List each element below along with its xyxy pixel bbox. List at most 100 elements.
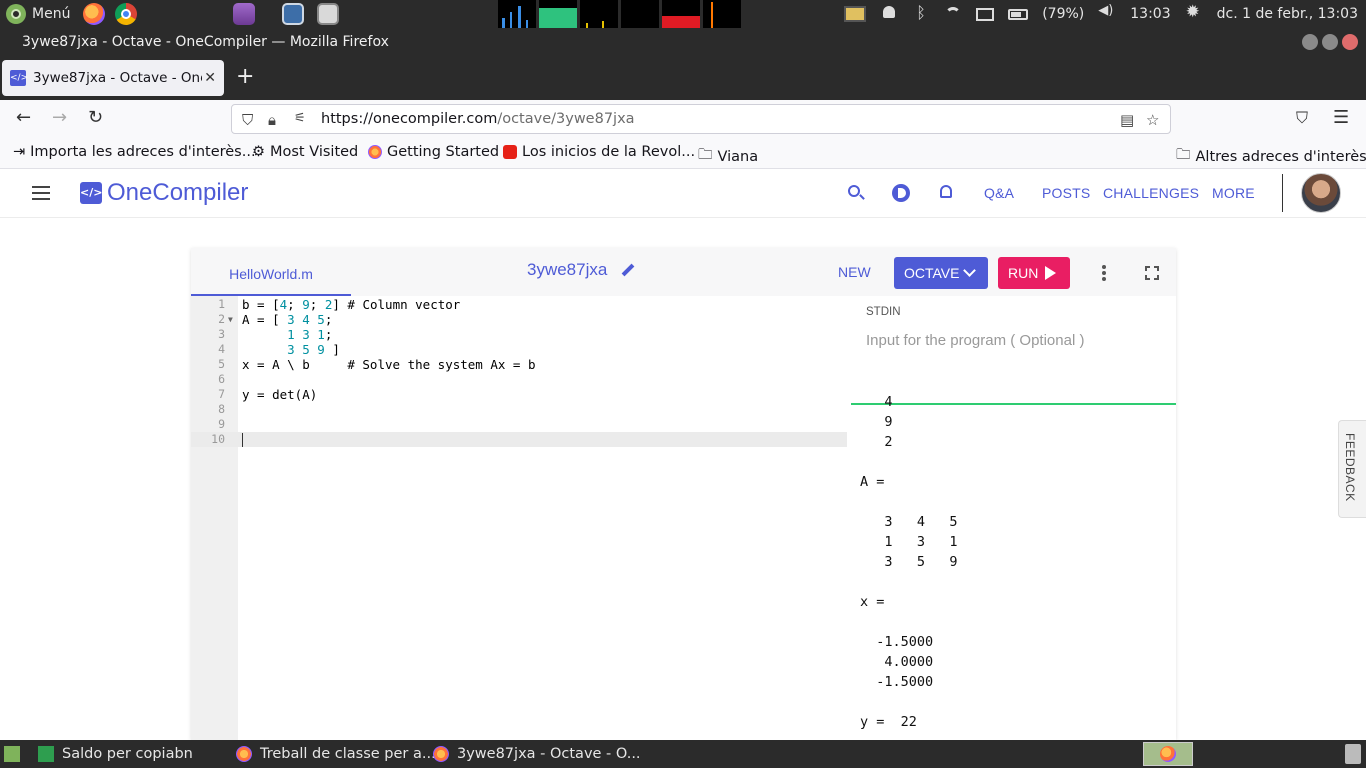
new-button[interactable]: NEW bbox=[838, 264, 871, 280]
screenshot-tray-icon[interactable] bbox=[844, 6, 867, 22]
stdin-label: STDIN bbox=[866, 306, 901, 318]
code-title[interactable]: 3ywe87jxa bbox=[527, 260, 635, 280]
stdin-input[interactable] bbox=[866, 332, 1166, 349]
output-line: 4.0000 bbox=[860, 654, 934, 670]
permissions-icon[interactable]: ⚟ bbox=[294, 111, 306, 126]
gear-icon: ⚙ bbox=[252, 144, 265, 160]
settings-gear-icon[interactable] bbox=[1185, 2, 1203, 23]
edit-pencil-icon[interactable] bbox=[619, 262, 635, 278]
code-line[interactable]: 7 y = det(A) bbox=[191, 387, 847, 402]
reload-icon[interactable]: ↻ bbox=[88, 108, 103, 128]
bookmark-import[interactable]: ⇥ Importa les adreces d'interès... bbox=[13, 144, 256, 160]
run-button[interactable]: RUN bbox=[998, 257, 1070, 289]
play-icon bbox=[1045, 266, 1056, 280]
mail-icon[interactable] bbox=[976, 7, 995, 21]
line-number: 3 bbox=[218, 327, 225, 341]
feedback-tab[interactable]: FEEDBACK bbox=[1338, 420, 1366, 518]
firefox-launcher-icon[interactable] bbox=[83, 3, 105, 25]
site-logo[interactable]: </> OneCompiler bbox=[80, 179, 248, 207]
volume-icon[interactable] bbox=[1098, 3, 1116, 23]
code-line[interactable]: 6 bbox=[191, 372, 847, 387]
clock-date[interactable]: dc. 1 de febr., 13:03 bbox=[1217, 6, 1358, 22]
more-options-icon[interactable] bbox=[1102, 265, 1106, 281]
file-tab[interactable]: HelloWorld.m bbox=[191, 248, 351, 296]
nav-link-qa[interactable]: Q&A bbox=[984, 185, 1014, 201]
code-line[interactable]: 10 bbox=[191, 432, 847, 447]
bookmarks-toolbar: ⇥ Importa les adreces d'interès... ⚙ Mos… bbox=[0, 138, 1366, 169]
bookmark-most-visited[interactable]: ⚙ Most Visited bbox=[252, 144, 358, 160]
code-line[interactable]: 4 3 5 9 ] bbox=[191, 342, 847, 357]
bookmark-youtube[interactable]: Los inicios de la Revol... bbox=[503, 144, 695, 160]
code-line[interactable]: 2 ▼ A = [ 3 4 5; bbox=[191, 312, 847, 327]
code-editor[interactable]: 1 b = [4; 9; 2] # Column vector 2 ▼ A = [ 3 … bbox=[191, 296, 847, 740]
battery-icon[interactable] bbox=[1008, 8, 1029, 20]
trash-icon[interactable] bbox=[1345, 744, 1361, 764]
theme-toggle-icon[interactable] bbox=[892, 184, 910, 202]
code-line[interactable]: 8 bbox=[191, 402, 847, 417]
notifications-icon[interactable] bbox=[880, 5, 898, 23]
nav-link-challenges[interactable]: CHALLENGES bbox=[1103, 185, 1199, 201]
chevron-down-icon bbox=[963, 264, 976, 277]
database-app-launcher-icon[interactable] bbox=[233, 3, 255, 25]
browser-tab-active[interactable]: </> 3ywe87jxa - Octave - OneCompiler ✕ bbox=[2, 60, 224, 96]
language-select-button[interactable]: OCTAVE bbox=[894, 257, 988, 289]
user-avatar[interactable] bbox=[1301, 173, 1341, 213]
close-window-button[interactable] bbox=[1342, 34, 1358, 50]
fold-arrow-icon[interactable]: ▼ bbox=[228, 312, 233, 327]
show-desktop-icon[interactable] bbox=[282, 3, 304, 25]
output-line: -1.5000 bbox=[860, 674, 934, 690]
editor-toolbar: HelloWorld.m 3ywe87jxa NEW OCTAVE RUN bbox=[191, 248, 1176, 296]
bookmark-folder-viana[interactable]: 🗀 Viana bbox=[698, 144, 758, 169]
menu-label: Menú bbox=[32, 6, 71, 22]
battery-percentage: (79%) bbox=[1042, 6, 1085, 22]
browser-tab-strip: </> 3ywe87jxa - Octave - OneCompiler ✕ + bbox=[0, 56, 1366, 100]
bluetooth-icon[interactable] bbox=[912, 3, 930, 23]
back-arrow-icon[interactable]: ← bbox=[16, 108, 31, 128]
output-line: x = bbox=[860, 594, 885, 610]
code-text: A = [ 3 4 5; bbox=[242, 312, 333, 327]
taskbar-item-firefox-2[interactable]: 3ywe87jxa - Octave - O... bbox=[433, 744, 641, 764]
file-manager-launcher-icon[interactable] bbox=[317, 3, 339, 25]
nav-link-more[interactable]: MORE bbox=[1212, 185, 1255, 201]
shield-icon[interactable]: ⛉ bbox=[242, 111, 253, 129]
search-icon[interactable] bbox=[848, 185, 860, 197]
code-text: b = [4; 9; 2] # Column vector bbox=[242, 297, 461, 312]
workspace-switcher[interactable] bbox=[1143, 742, 1193, 766]
close-tab-icon[interactable]: ✕ bbox=[204, 70, 216, 86]
taskbar-item-firefox-1[interactable]: Treball de classe per a... bbox=[236, 744, 436, 764]
firefox-icon bbox=[1160, 746, 1176, 762]
line-number: 8 bbox=[218, 402, 225, 416]
new-tab-button[interactable]: + bbox=[236, 66, 254, 88]
chrome-launcher-icon[interactable] bbox=[115, 3, 137, 25]
hamburger-menu-icon[interactable] bbox=[32, 186, 50, 200]
output-line: 3 4 5 bbox=[860, 514, 958, 530]
output-line: y = 22 bbox=[860, 714, 917, 730]
code-line[interactable]: 5 x = A \ b # Solve the system Ax = b bbox=[191, 357, 847, 372]
taskbar-item-spreadsheet[interactable]: Saldo per copiabn bbox=[38, 744, 193, 764]
other-bookmarks[interactable]: 🗀 Altres adreces d'interès bbox=[1176, 144, 1366, 169]
reader-view-icon[interactable]: ▤ bbox=[1120, 111, 1134, 129]
notification-bell-icon[interactable] bbox=[937, 184, 955, 202]
firefox-icon bbox=[236, 746, 252, 762]
bookmark-star-icon[interactable]: ☆ bbox=[1146, 111, 1159, 129]
pocket-icon[interactable]: ⛉ bbox=[1296, 108, 1308, 128]
forward-arrow-icon[interactable]: → bbox=[52, 108, 67, 128]
maximize-window-button[interactable] bbox=[1322, 34, 1338, 50]
bookmark-getting-started[interactable]: Getting Started bbox=[368, 144, 499, 160]
code-line[interactable]: 1 b = [4; 9; 2] # Column vector bbox=[191, 297, 847, 312]
fullscreen-icon[interactable] bbox=[1144, 265, 1160, 281]
code-line[interactable]: 9 bbox=[191, 417, 847, 432]
address-bar[interactable]: ⛉ 🔒︎ ⚟ https://onecompiler.com/octave/3y… bbox=[231, 104, 1171, 134]
app-menu-icon[interactable]: ☰ bbox=[1333, 108, 1349, 128]
nav-link-posts[interactable]: POSTS bbox=[1042, 185, 1090, 201]
clock-time[interactable]: 13:03 bbox=[1130, 6, 1170, 22]
minimize-window-button[interactable] bbox=[1302, 34, 1318, 50]
code-text: 1 3 1; bbox=[287, 327, 333, 342]
wifi-icon[interactable] bbox=[944, 5, 962, 23]
url-text[interactable]: https://onecompiler.com/octave/3ywe87jxa bbox=[321, 111, 635, 127]
code-line[interactable]: 3 1 3 1; bbox=[191, 327, 847, 342]
line-number: 10 bbox=[211, 432, 225, 446]
show-desktop-icon[interactable] bbox=[4, 746, 20, 762]
applications-menu[interactable]: Menú bbox=[6, 4, 70, 24]
lock-icon[interactable]: 🔒︎ bbox=[268, 111, 276, 129]
